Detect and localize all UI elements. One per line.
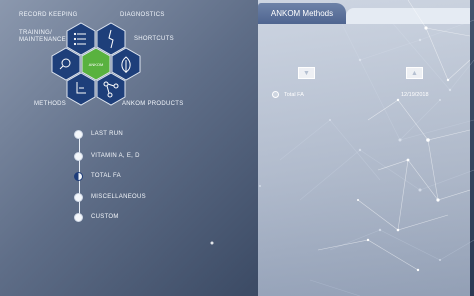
menu-item-total-fa[interactable]: TOTAL FA xyxy=(74,170,121,182)
hex-products[interactable] xyxy=(96,72,126,106)
scroll-down-button[interactable]: ▼ xyxy=(298,67,315,79)
menu-dot xyxy=(74,212,83,222)
menu-dot xyxy=(74,192,83,202)
hex-center-label: ANKOM xyxy=(89,62,104,67)
menu-item-label: CUSTOM xyxy=(91,214,119,220)
label-methods: METHODS xyxy=(34,101,67,107)
methods-panel xyxy=(258,0,470,296)
menu-item-vitamin[interactable]: VITAMIN A, E, D xyxy=(74,150,140,162)
menu-dot xyxy=(74,129,83,139)
menu-dot xyxy=(74,151,83,161)
menu-item-label: VITAMIN A, E, D xyxy=(91,153,140,159)
menu-item-label: TOTAL FA xyxy=(91,173,121,179)
chevron-up-icon: ▲ xyxy=(411,69,418,77)
method-date: 12/19/2018 xyxy=(401,92,429,98)
menu-item-miscellaneous[interactable]: MISCELLANEOUS xyxy=(74,191,146,203)
panel-header-strip xyxy=(346,8,470,24)
label-training: TRAINING/ MAINTENANCE xyxy=(19,30,66,43)
method-name: Total FA xyxy=(284,91,304,98)
tab-ankom-methods[interactable]: ANKOM Methods xyxy=(258,3,346,24)
method-radio[interactable] xyxy=(272,91,279,98)
menu-dot-active xyxy=(74,171,83,181)
label-shortcuts: SHORTCUTS xyxy=(134,36,174,42)
menu-item-label: LAST RUN xyxy=(91,131,123,137)
menu-item-last-run[interactable]: LAST RUN xyxy=(74,128,123,140)
label-diagnostics: DIAGNOSTICS xyxy=(120,12,165,18)
label-record-keeping: RECORD KEEPING xyxy=(19,12,78,18)
chevron-down-icon: ▼ xyxy=(303,69,310,77)
label-ankom-products: ANKOM PRODUCTS xyxy=(122,101,184,107)
tab-label: ANKOM Methods xyxy=(270,9,334,18)
method-row-total-fa[interactable]: Total FA xyxy=(272,91,304,98)
hex-methods[interactable] xyxy=(66,72,96,106)
scroll-up-button[interactable]: ▲ xyxy=(406,67,423,79)
menu-item-custom[interactable]: CUSTOM xyxy=(74,211,119,223)
menu-item-label: MISCELLANEOUS xyxy=(91,194,146,200)
hex-training[interactable] xyxy=(51,47,81,81)
